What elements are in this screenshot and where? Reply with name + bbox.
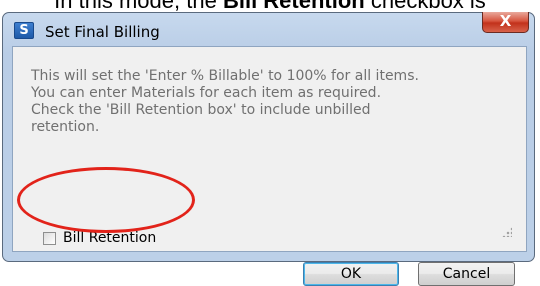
close-icon: X: [499, 12, 512, 30]
info-message: This will set the 'Enter % Billable' to …: [31, 68, 501, 136]
message-line: This will set the 'Enter % Billable' to …: [31, 68, 419, 84]
resize-grip[interactable]: [502, 227, 512, 237]
message-line: You can enter Materials for each item as…: [31, 85, 382, 101]
message-line: Check the 'Bill Retention box' to includ…: [31, 102, 371, 118]
bill-retention-checkbox[interactable]: [43, 232, 56, 245]
close-button[interactable]: X: [482, 12, 529, 33]
app-icon: S: [14, 22, 34, 39]
title-bar[interactable]: S Set Final Billing X: [3, 12, 534, 45]
highlight-annotation: [17, 167, 195, 233]
window-title: Set Final Billing: [45, 23, 160, 41]
message-line: retention.: [31, 119, 100, 135]
